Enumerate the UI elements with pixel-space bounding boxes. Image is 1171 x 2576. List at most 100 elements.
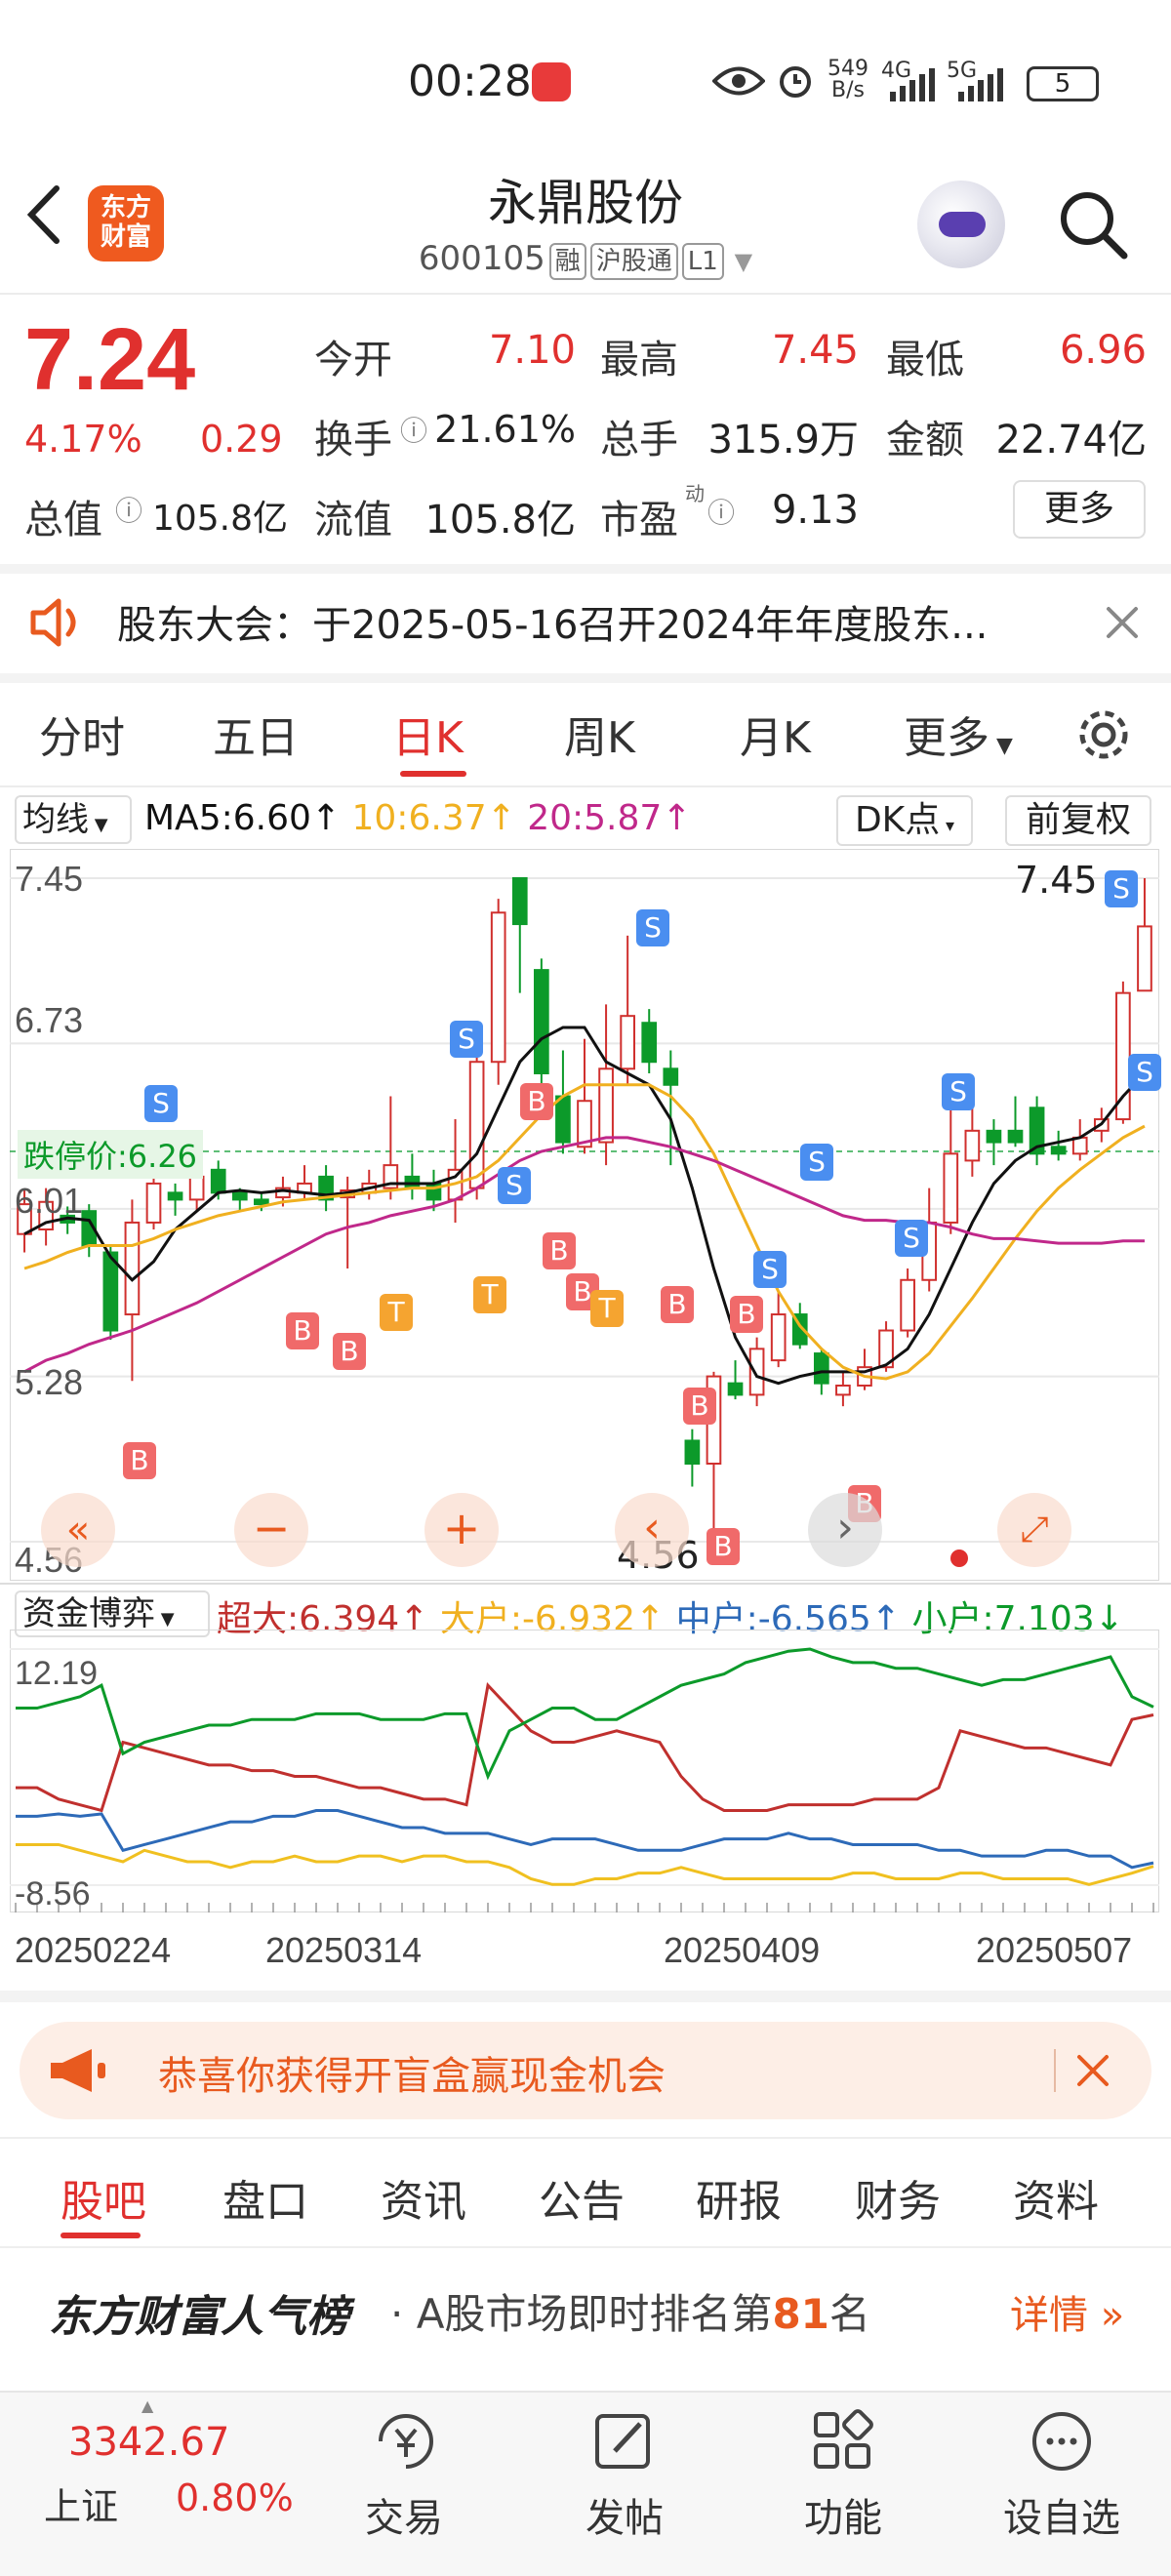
divider <box>0 1991 1171 2002</box>
kline-chart[interactable] <box>10 849 1159 1581</box>
tab-announcements[interactable]: 公告 <box>539 2166 625 2229</box>
sell-signal[interactable]: S <box>895 1220 928 1257</box>
info-icon[interactable]: ⓘ <box>400 410 427 449</box>
search-icon <box>1061 192 1128 260</box>
tab-profile[interactable]: 资料 <box>1013 2166 1099 2229</box>
divider <box>1054 2049 1056 2092</box>
capital-chart[interactable] <box>10 1630 1159 1912</box>
candle-body <box>748 1348 765 1396</box>
candle-body <box>620 1015 635 1070</box>
tab-guba[interactable]: 股吧 <box>61 2166 146 2229</box>
sell-signal[interactable]: S <box>636 909 669 946</box>
capital-line-0 <box>16 1682 1154 1813</box>
y-axis-label: 6.73 <box>15 1000 84 1040</box>
indicator-select[interactable]: 均线 ▼ <box>15 795 132 844</box>
zoom-out-button[interactable]: − <box>234 1493 308 1567</box>
sell-signal[interactable]: S <box>1105 870 1138 907</box>
divider <box>0 673 1171 683</box>
tab-research[interactable]: 研报 <box>696 2166 782 2229</box>
stock-code: 600105 <box>418 239 545 278</box>
current-price: 7.24 <box>24 311 196 409</box>
dk-point-button[interactable]: DK点 ▾ <box>836 795 973 846</box>
net-speed: 549 B/s <box>828 57 868 102</box>
sell-signal[interactable]: S <box>942 1073 975 1110</box>
tab-orderbook[interactable]: 盘口 <box>222 2166 308 2229</box>
notice-text[interactable]: 股东大会：于2025-05-16召开2024年年度股东... <box>117 593 988 650</box>
info-icon[interactable]: ⓘ <box>707 492 735 531</box>
edit-icon[interactable] <box>586 2402 664 2480</box>
tab-five-day[interactable]: 五日 <box>213 703 299 765</box>
candle-body <box>900 1278 915 1332</box>
index-change: 0.80% <box>176 2476 294 2519</box>
search-button[interactable] <box>1054 185 1132 263</box>
pe-dynamic-tag: 动 <box>685 482 705 505</box>
trade-label[interactable]: 交易 <box>365 2486 443 2543</box>
buy-signal[interactable]: B <box>683 1388 716 1425</box>
stock-name: 永鼎股份 <box>488 175 683 231</box>
tab-news[interactable]: 资讯 <box>381 2166 466 2229</box>
tab-more[interactable]: 更多 ▼ <box>904 703 1013 765</box>
candle-body <box>598 1067 614 1144</box>
sell-signal[interactable]: S <box>450 1021 483 1058</box>
candle-body <box>555 1095 571 1144</box>
more-circle-icon[interactable] <box>1023 2402 1101 2480</box>
buy-signal[interactable]: B <box>333 1333 366 1370</box>
info-icon[interactable]: ⓘ <box>115 490 142 529</box>
t-signal[interactable]: T <box>590 1290 624 1327</box>
buy-signal[interactable]: B <box>543 1232 576 1269</box>
add-watchlist-label[interactable]: 设自选 <box>1003 2486 1120 2543</box>
trade-icon[interactable] <box>367 2402 445 2480</box>
limit-down-label: 跌停价:6.26 <box>18 1130 204 1179</box>
sell-signal[interactable]: S <box>800 1144 833 1181</box>
post-label[interactable]: 发帖 <box>586 2486 664 2543</box>
volume-value: 315.9万 <box>707 418 859 463</box>
function-label[interactable]: 功能 <box>804 2486 882 2543</box>
tab-weekly-k[interactable]: 周K <box>564 703 635 765</box>
candle-body <box>1137 925 1152 992</box>
adjust-button[interactable]: 前复权 <box>1005 795 1151 846</box>
tab-intraday[interactable]: 分时 <box>39 703 125 765</box>
back-button[interactable] <box>20 181 78 259</box>
buy-signal[interactable]: B <box>730 1296 763 1333</box>
t-signal[interactable]: T <box>473 1276 506 1313</box>
fullscreen-button[interactable]: ⤢ <box>997 1493 1071 1567</box>
tab-daily-k[interactable]: 日K <box>392 703 464 765</box>
close-icon[interactable] <box>1103 603 1142 642</box>
tab-monthly-k[interactable]: 月K <box>740 703 811 765</box>
gear-icon[interactable] <box>1073 704 1134 765</box>
buy-signal[interactable]: B <box>661 1286 694 1323</box>
grid-icon[interactable] <box>804 2402 882 2480</box>
assistant-avatar[interactable] <box>917 181 1005 268</box>
high-value: 7.45 <box>771 328 859 373</box>
t-signal[interactable]: T <box>380 1294 413 1331</box>
chart-border <box>10 849 1159 1581</box>
sell-signal[interactable]: S <box>753 1251 787 1288</box>
candle-body <box>835 1385 851 1396</box>
buy-signal[interactable]: B <box>286 1312 319 1349</box>
rank-detail-link[interactable]: 详情 » <box>1010 2283 1124 2340</box>
stock-code-row: 600105 融沪股通 L1 ▼ <box>390 239 781 280</box>
buy-signal[interactable]: B <box>123 1442 156 1479</box>
scroll-left-button[interactable]: ‹ <box>615 1493 689 1567</box>
caret-down-icon: ▼ <box>989 734 1013 758</box>
tab-finance[interactable]: 财务 <box>855 2166 941 2229</box>
caret-down-icon: ▼ <box>734 248 753 275</box>
x-axis-label: 20250224 <box>15 1930 172 1970</box>
close-icon[interactable] <box>1073 2051 1112 2090</box>
scroll-right-button[interactable]: › <box>808 1493 882 1567</box>
zoom-in-button[interactable]: + <box>424 1493 499 1567</box>
margin-tag: 融 <box>548 243 586 280</box>
app-logo[interactable]: 东方 财富 <box>88 185 164 262</box>
chevron-left-icon <box>26 185 60 244</box>
more-button[interactable]: 更多 <box>1013 480 1146 539</box>
sell-signal[interactable]: S <box>498 1167 531 1204</box>
promo-text[interactable]: 恭喜你获得开盲盒赢现金机会 <box>158 2044 666 2101</box>
scroll-left-fast-button[interactable]: « <box>41 1493 115 1567</box>
rank-text: · A股市场即时排名第81名 <box>390 2290 870 2338</box>
sell-signal[interactable]: S <box>1128 1054 1161 1091</box>
sell-signal[interactable]: S <box>144 1085 178 1122</box>
candle-body <box>534 969 549 1074</box>
candle-body <box>663 1067 679 1086</box>
buy-signal[interactable]: B <box>707 1528 740 1565</box>
buy-signal[interactable]: B <box>520 1083 553 1120</box>
